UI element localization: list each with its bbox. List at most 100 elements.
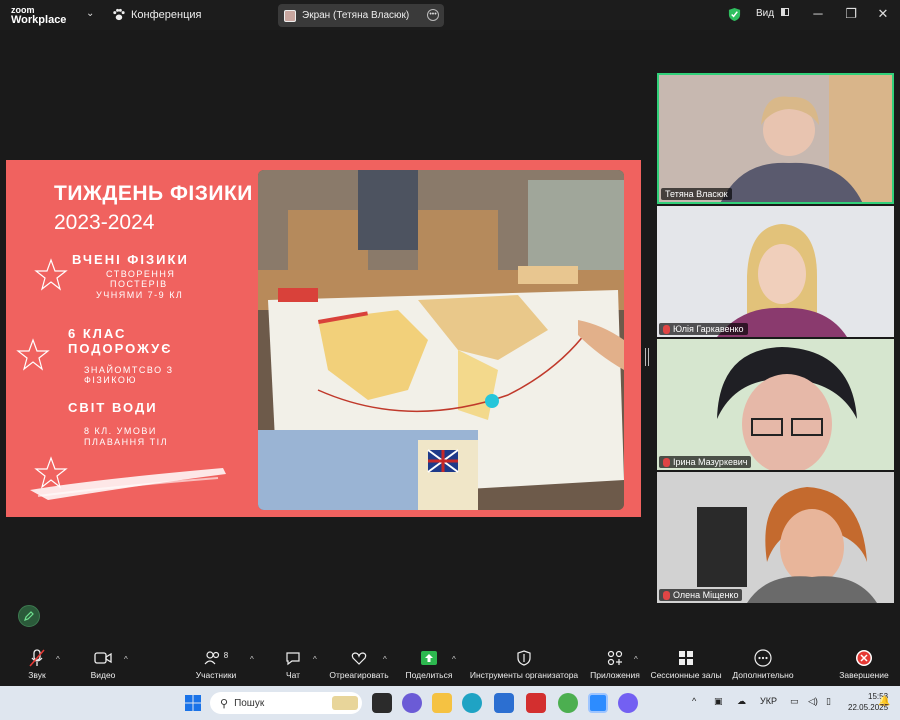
section1-sub2: ПОСТЕРІВ [110, 279, 168, 289]
participant-video [657, 472, 894, 603]
video-options-caret[interactable]: ^ [124, 655, 128, 664]
participant-name-tag: Юлія Гаркавенко [659, 323, 748, 335]
end-meeting-button[interactable]: Завершение [838, 648, 890, 680]
participant-name-tag: Ірина Мазуркевич [659, 456, 752, 468]
minimize-icon[interactable]: ─ [808, 6, 828, 21]
host-tools-button[interactable]: Инструменты организатора [468, 648, 580, 680]
participants-label: Участники [195, 670, 237, 680]
zoom-logo[interactable]: zoom Workplace [11, 5, 66, 26]
tray-app-icon[interactable]: ▣ [714, 696, 723, 707]
participant-name-tag: Тетяна Власюк [661, 188, 732, 200]
video-button[interactable]: Видео [86, 648, 120, 680]
section3-sub2: ПЛАВАННЯ ТІЛ [84, 437, 168, 447]
more-label: Дополнительно [732, 670, 794, 680]
apps-icon [607, 650, 623, 666]
audio-label: Звук [28, 670, 46, 680]
view-button[interactable]: Вид [756, 8, 789, 19]
chat-button[interactable]: Чат [278, 648, 308, 680]
presenter-avatar [284, 9, 296, 22]
participant-tile[interactable]: Юлія Гаркавенко [657, 206, 894, 337]
volume-icon[interactable]: ◁) [808, 696, 818, 707]
breakout-rooms-button[interactable]: Сессионные залы [650, 648, 722, 680]
brush-stroke-decoration [30, 468, 226, 500]
participant-video [659, 75, 892, 202]
chat-label: Чат [285, 670, 301, 680]
store-icon[interactable] [494, 693, 514, 713]
app-icon[interactable] [526, 693, 546, 713]
screen-share-pill[interactable]: Экран (Тетяна Власюк) ••• [278, 4, 444, 27]
audio-button[interactable]: Звук [20, 648, 54, 680]
react-label: Отреагировать [329, 670, 389, 680]
meeting-info-button[interactable]: Конференция [112, 8, 201, 21]
cloud-icon[interactable]: ☁ [737, 696, 746, 707]
slide-title: ТИЖДЕНЬ ФІЗИКИ [54, 182, 253, 205]
more-button[interactable]: Дополнительно [730, 648, 796, 680]
shield-icon[interactable] [728, 7, 741, 22]
participant-video [657, 206, 894, 337]
windows-start-icon[interactable] [184, 694, 202, 712]
close-icon[interactable]: ✕ [873, 6, 893, 22]
section2-sub2: ФІЗИКОЮ [84, 375, 137, 385]
search-icon: ⚲ [220, 697, 229, 710]
edge-browser-icon[interactable] [462, 693, 482, 713]
taskbar-search[interactable]: ⚲ Пошук [210, 692, 362, 714]
video-camera-icon [94, 652, 112, 664]
participants-button[interactable]: 8 Участники [190, 648, 242, 681]
participant-tile[interactable]: Олена Міщенко [657, 472, 894, 603]
section1-heading: ВЧЕНІ ФІЗИКИ [72, 252, 189, 267]
share-button[interactable]: Поделиться [404, 648, 454, 680]
section2-heading2: ПОДОРОЖУЄ [68, 341, 173, 356]
participants-count: 8 [223, 650, 229, 660]
section2-heading1: 6 КЛАС [68, 326, 127, 341]
file-explorer-icon[interactable] [432, 693, 452, 713]
react-button[interactable]: Отреагировать [328, 648, 390, 680]
apps-button[interactable]: Приложения [588, 648, 642, 680]
shared-slide: ТИЖДЕНЬ ФІЗИКИ 2023-2024 ВЧЕНІ ФІЗИКИ СТ… [6, 160, 641, 517]
notification-bell-icon[interactable]: 🔔 [878, 696, 890, 707]
share-options-caret[interactable]: ^ [452, 655, 456, 664]
annotate-button[interactable] [18, 605, 40, 627]
viber-icon[interactable] [618, 693, 638, 713]
star-icon [34, 258, 68, 291]
os-taskbar: ⚲ Пошук ^ ▣ ☁ УКР ▭ ◁) ▯ 15:53 22.05.202… [0, 686, 900, 720]
muted-mic-icon [663, 457, 670, 467]
muted-mic-icon [663, 324, 670, 334]
shield-icon [517, 650, 531, 666]
search-highlight-image [332, 696, 358, 710]
chevron-down-icon[interactable]: ⌄ [86, 8, 94, 19]
pencil-icon [24, 611, 34, 621]
end-meeting-icon [856, 650, 872, 666]
heart-icon [351, 651, 367, 665]
host-tools-label: Инструменты организатора [469, 670, 579, 680]
video-label: Видео [90, 670, 116, 680]
section3-sub1: 8 КЛ. УМОВИ [84, 426, 157, 436]
zoom-app-icon[interactable] [588, 693, 608, 713]
screen-share-label: Экран (Тетяна Власюк) [302, 10, 410, 21]
maximize-icon[interactable]: ❐ [841, 6, 861, 22]
apps-options-caret[interactable]: ^ [634, 655, 638, 664]
meeting-label: Конференция [131, 8, 202, 21]
participant-name-tag: Олена Міщенко [659, 589, 743, 601]
tray-overflow-icon[interactable]: ^ [692, 696, 696, 706]
participant-name: Тетяна Власюк [665, 189, 728, 199]
participants-options-caret[interactable]: ^ [250, 655, 254, 664]
chat-app-icon[interactable] [402, 693, 422, 713]
language-indicator[interactable]: УКР [760, 696, 777, 706]
layout-icon [780, 8, 789, 16]
more-options-icon[interactable]: ••• [427, 9, 439, 21]
audio-options-caret[interactable]: ^ [56, 655, 60, 664]
chat-icon [286, 651, 300, 665]
network-icon[interactable]: ▭ [790, 696, 799, 707]
participant-video [657, 339, 894, 470]
slide-year: 2023-2024 [54, 211, 155, 234]
participant-tile[interactable]: Тетяна Власюк [657, 73, 894, 204]
resize-handle[interactable] [645, 348, 649, 366]
participant-name: Олена Міщенко [673, 590, 739, 600]
chat-options-caret[interactable]: ^ [313, 655, 317, 664]
task-view-icon[interactable] [372, 693, 392, 713]
chrome-browser-icon[interactable] [558, 693, 578, 713]
react-options-caret[interactable]: ^ [383, 655, 387, 664]
classroom-photo [258, 170, 624, 510]
battery-icon[interactable]: ▯ [826, 696, 831, 707]
participant-tile[interactable]: Ірина Мазуркевич [657, 339, 894, 470]
